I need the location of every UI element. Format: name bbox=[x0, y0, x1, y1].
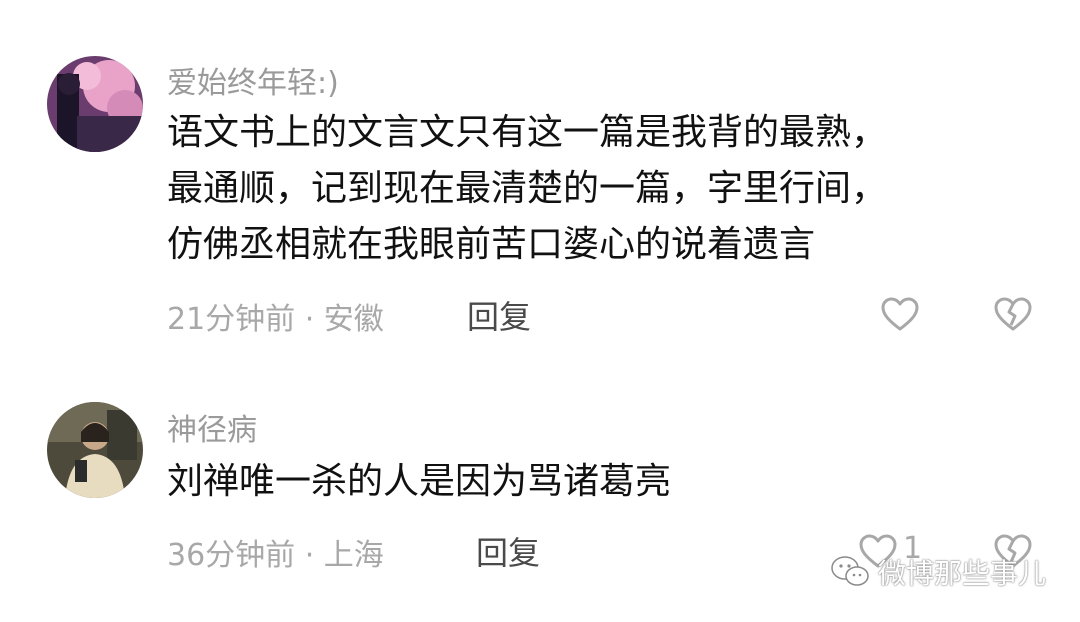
avatar[interactable] bbox=[47, 402, 143, 498]
watermark-text: 微博那些事儿 bbox=[877, 557, 1046, 590]
time-location: 36分钟前 · 上海 bbox=[167, 538, 384, 573]
username[interactable]: 神径病 bbox=[167, 405, 257, 449]
comment-item: 神径病 刘禅唯一杀的人是因为骂诸葛亮 36分钟前 · 上海 回复 1 bbox=[0, 0, 1080, 622]
watermark: 微博那些事儿 bbox=[830, 552, 1046, 592]
reply-button[interactable]: 回复 bbox=[476, 528, 540, 574]
wechat-icon bbox=[831, 556, 869, 586]
comment-text-line: 刘禅唯一杀的人是因为骂诸葛亮 bbox=[167, 461, 672, 502]
